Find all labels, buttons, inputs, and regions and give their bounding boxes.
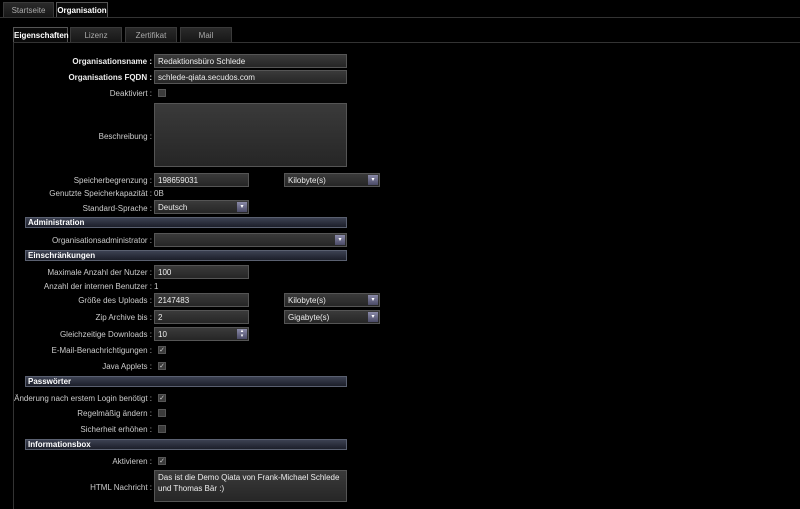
storage-used-label: Genutzte Speicherkapazität : — [49, 189, 152, 198]
org-name-label: Organisationsname : — [72, 57, 152, 66]
chevron-down-icon: ▾ — [368, 295, 378, 305]
section-administration: Administration — [25, 217, 347, 228]
zip-label: Zip Archive bis : — [95, 313, 152, 322]
divider — [13, 42, 14, 509]
tab-zertifikat[interactable]: Zertifikat — [125, 27, 177, 43]
email-label: E-Mail-Benachrichtigungen : — [51, 346, 153, 355]
upload-unit-select[interactable]: Kilobyte(s) ▾ — [284, 293, 380, 307]
max-users-label: Maximale Anzahl der Nutzer : — [47, 268, 153, 277]
security-checkbox[interactable] — [158, 425, 166, 433]
divider — [0, 17, 800, 18]
upload-size-label: Größe des Uploads : — [78, 296, 152, 305]
tab-startseite[interactable]: Startseite — [3, 2, 54, 18]
internal-users-label: Anzahl der internen Benutzer : — [43, 282, 152, 291]
description-label: Beschreibung : — [98, 132, 152, 141]
section-einschraenkungen: Einschränkungen — [25, 250, 347, 261]
deactivated-checkbox[interactable] — [158, 89, 166, 97]
upload-size-input[interactable]: 2147483 — [154, 293, 249, 307]
max-users-input[interactable]: 100 — [154, 265, 249, 279]
regular-label: Regelmäßig ändern : — [77, 409, 152, 418]
storage-limit-input[interactable]: 198659031 — [154, 173, 249, 187]
fqdn-label: Organisations FQDN : — [68, 73, 152, 82]
org-admin-select[interactable]: ▾ — [154, 233, 347, 247]
change-first-checkbox[interactable]: ✓ — [158, 394, 166, 402]
org-name-input[interactable]: Redaktionsbüro Schlede — [154, 54, 347, 68]
change-first-label: Änderung nach erstem Login benötigt : — [14, 394, 152, 403]
stepper-icon[interactable]: ▴ ▾ — [237, 329, 247, 339]
internal-users-value: 1 — [154, 282, 159, 291]
chevron-down-icon: ▾ — [335, 235, 345, 245]
zip-unit-select[interactable]: Gigabyte(s) ▾ — [284, 310, 380, 324]
java-label: Java Applets : — [102, 362, 152, 371]
storage-used-value: 0B — [154, 189, 164, 198]
tab-organisation[interactable]: Organisation — [56, 2, 108, 18]
fqdn-input[interactable]: schlede-qiata.secudos.com — [154, 70, 347, 84]
upload-unit-value: Kilobyte(s) — [288, 296, 326, 305]
html-message-textarea[interactable]: Das ist die Demo Qiata von Frank-Michael… — [154, 470, 347, 502]
java-checkbox[interactable]: ✓ — [158, 362, 166, 370]
activate-label: Aktivieren : — [112, 457, 152, 466]
org-admin-label: Organisationsadministrator : — [51, 236, 152, 245]
tab-eigenschaften[interactable]: Eigenschaften — [13, 27, 69, 43]
downloads-stepper[interactable]: 10 ▴ ▾ — [154, 327, 249, 341]
description-textarea[interactable] — [154, 103, 347, 167]
tab-mail[interactable]: Mail — [180, 27, 232, 43]
storage-unit-value: Kilobyte(s) — [288, 176, 326, 185]
downloads-label: Gleichzeitige Downloads : — [59, 330, 152, 339]
security-label: Sicherheit erhöhen : — [80, 425, 152, 434]
language-select[interactable]: Deutsch ▾ — [154, 200, 249, 214]
tab-lizenz[interactable]: Lizenz — [70, 27, 122, 43]
zip-unit-value: Gigabyte(s) — [288, 313, 330, 322]
email-checkbox[interactable]: ✓ — [158, 346, 166, 354]
activate-checkbox[interactable]: ✓ — [158, 457, 166, 465]
divider — [13, 42, 800, 43]
regular-checkbox[interactable] — [158, 409, 166, 417]
language-value: Deutsch — [158, 203, 188, 212]
storage-unit-select[interactable]: Kilobyte(s) ▾ — [284, 173, 380, 187]
chevron-down-icon: ▾ — [368, 175, 378, 185]
deactivated-label: Deaktiviert : — [109, 89, 152, 98]
section-informationsbox: Informationsbox — [25, 439, 347, 450]
section-passwoerter: Passwörter — [25, 376, 347, 387]
html-message-label: HTML Nachricht : — [90, 483, 152, 492]
downloads-value: 10 — [158, 330, 167, 339]
chevron-down-icon: ▾ — [237, 202, 247, 212]
chevron-down-icon: ▾ — [368, 312, 378, 322]
language-label: Standard-Sprache : — [82, 204, 152, 213]
storage-limit-label: Speicherbegrenzung : — [73, 176, 152, 185]
zip-input[interactable]: 2 — [154, 310, 249, 324]
